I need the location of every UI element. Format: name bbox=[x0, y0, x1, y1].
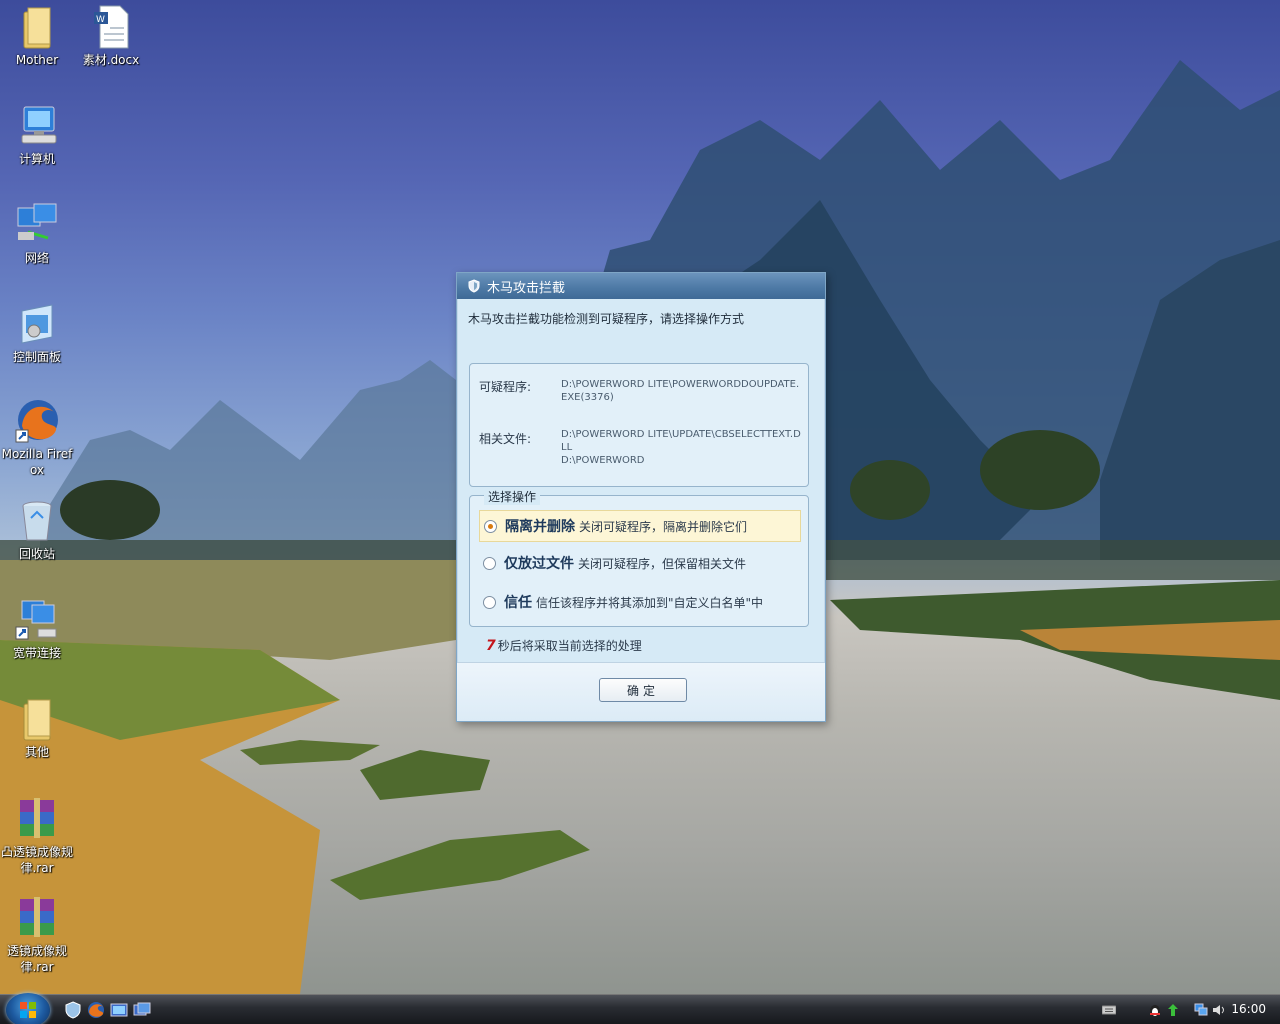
desktop-icon-computer[interactable]: 计算机 bbox=[0, 103, 74, 167]
desktop-icon-label: 计算机 bbox=[18, 152, 55, 166]
desktop-icon-label: Mozilla Firefox bbox=[1, 447, 73, 477]
show-desktop-icon[interactable] bbox=[110, 1001, 128, 1019]
suspicious-program-path: D:\POWERWORD LITE\POWERWORDDOUPDATE.EXE(… bbox=[561, 379, 800, 403]
option-title: 信任 bbox=[504, 595, 532, 611]
radio-button[interactable] bbox=[483, 556, 496, 570]
desktop-icon-label: 凸透镜成像规律.rar bbox=[0, 845, 73, 875]
action-options-legend: 选择操作 bbox=[484, 488, 541, 505]
svg-text:W: W bbox=[96, 15, 105, 25]
broadband-connection-icon bbox=[15, 600, 57, 640]
desktop-icon-label: 其他 bbox=[24, 745, 49, 759]
qq-penguin-icon[interactable] bbox=[1148, 1003, 1162, 1017]
control-panel-icon bbox=[21, 304, 53, 344]
desktop-icon-label: Mother bbox=[15, 53, 59, 67]
desktop-icon-firefox[interactable]: Mozilla Firefox bbox=[0, 398, 74, 478]
switch-windows-icon[interactable] bbox=[133, 1001, 151, 1019]
dialog-intro-text: 木马攻击拦截功能检测到可疑程序，请选择操作方式 bbox=[468, 312, 745, 326]
folder-icon bbox=[23, 699, 51, 741]
desktop-background: Mother W 素材.docx 计算机 网络 控制面板 Mozilla Fir… bbox=[0, 0, 1280, 994]
taskbar: 16:00 bbox=[0, 993, 1280, 1024]
dialog-title: 木马攻击拦截 bbox=[487, 280, 566, 296]
security-shield-icon[interactable] bbox=[64, 1001, 82, 1019]
option-allow-files[interactable]: 仅放过文件 关闭可疑程序，但保留相关文件 bbox=[479, 547, 801, 579]
recycle-bin-icon bbox=[22, 501, 52, 541]
ok-button[interactable]: 确定 bbox=[599, 678, 687, 702]
winrar-archive-icon bbox=[20, 897, 54, 937]
radio-button[interactable] bbox=[483, 595, 496, 609]
desktop-icon-mother[interactable]: Mother bbox=[0, 4, 74, 68]
taskbar-clock[interactable]: 16:00 bbox=[1231, 1002, 1266, 1016]
desktop-icon-label: 素材.docx bbox=[82, 53, 140, 67]
radio-button-selected[interactable] bbox=[484, 519, 497, 533]
firefox-icon[interactable] bbox=[87, 1001, 105, 1019]
desktop-icon-other[interactable]: 其他 bbox=[0, 696, 74, 760]
desktop-icon-docx[interactable]: W 素材.docx bbox=[74, 4, 148, 68]
firefox-icon bbox=[15, 400, 58, 443]
trojan-intercept-dialog: 木马攻击拦截 木马攻击拦截功能检测到可疑程序，请选择操作方式 可疑程序: D:\… bbox=[456, 272, 826, 722]
related-file-path-1: D:\POWERWORD LITE\UPDATE\CBSELECTTEXT.DL… bbox=[561, 429, 801, 453]
countdown-seconds: 7 bbox=[486, 638, 496, 654]
word-document-icon: W bbox=[94, 5, 129, 49]
desktop-icon-label: 控制面板 bbox=[12, 350, 61, 364]
option-description: 关闭可疑程序，但保留相关文件 bbox=[578, 556, 747, 571]
desktop-icon-control-panel[interactable]: 控制面板 bbox=[0, 301, 74, 365]
start-button[interactable] bbox=[6, 993, 50, 1024]
network-tray-icon[interactable] bbox=[1194, 1003, 1208, 1017]
dialog-button-area: 确定 bbox=[457, 662, 825, 721]
desktop-icon-label: 宽带连接 bbox=[12, 646, 61, 660]
desktop-icon-label: 透镜成像规律.rar bbox=[6, 944, 67, 974]
option-title: 隔离并删除 bbox=[505, 519, 575, 535]
desktop-icon-broadband[interactable]: 宽带连接 bbox=[0, 597, 74, 661]
option-trust[interactable]: 信任 信任该程序并将其添加到"自定义白名单"中 bbox=[479, 586, 801, 618]
related-files-label: 相关文件: bbox=[479, 432, 532, 446]
update-arrow-icon[interactable] bbox=[1166, 1003, 1180, 1017]
option-description: 关闭可疑程序，隔离并删除它们 bbox=[579, 519, 748, 534]
winrar-archive-icon bbox=[20, 798, 54, 838]
folder-icon bbox=[23, 7, 51, 49]
suspicious-info-box: 可疑程序: D:\POWERWORD LITE\POWERWORDDOUPDAT… bbox=[469, 363, 809, 487]
windows-logo-icon bbox=[20, 1002, 36, 1018]
related-file-path-2: D:\POWERWORD bbox=[561, 455, 645, 466]
desktop-icon-label: 网络 bbox=[24, 251, 49, 265]
shield-icon bbox=[468, 279, 480, 293]
keyboard-icon[interactable] bbox=[1102, 1003, 1116, 1017]
network-icon bbox=[17, 203, 57, 240]
desktop-icon-label: 回收站 bbox=[18, 547, 55, 561]
option-isolate-delete[interactable]: 隔离并删除 关闭可疑程序，隔离并删除它们 bbox=[479, 510, 801, 542]
desktop-icon-network[interactable]: 网络 bbox=[0, 202, 74, 266]
volume-icon[interactable] bbox=[1212, 1003, 1226, 1017]
desktop-icon-rar-2[interactable]: 透镜成像规律.rar bbox=[0, 895, 74, 975]
desktop-icon-rar-1[interactable]: 凸透镜成像规律.rar bbox=[0, 796, 74, 876]
countdown-text: 秒后将采取当前选择的处理 bbox=[497, 639, 642, 653]
option-title: 仅放过文件 bbox=[504, 556, 574, 572]
desktop-icon-recycle-bin[interactable]: 回收站 bbox=[0, 498, 74, 562]
computer-icon bbox=[21, 106, 57, 144]
suspicious-program-label: 可疑程序: bbox=[479, 380, 532, 394]
countdown-message: 7 秒后将采取当前选择的处理 bbox=[486, 637, 642, 654]
dialog-titlebar[interactable]: 木马攻击拦截 bbox=[457, 273, 825, 299]
action-options-group: 选择操作 隔离并删除 关闭可疑程序，隔离并删除它们 仅放过文件 关闭可疑程序，但… bbox=[469, 488, 809, 627]
option-description: 信任该程序并将其添加到"自定义白名单"中 bbox=[536, 595, 764, 610]
